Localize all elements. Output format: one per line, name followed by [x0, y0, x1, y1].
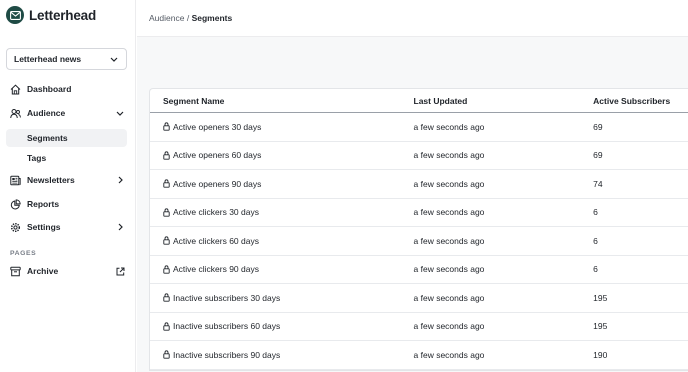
active-subscribers-cell: 190	[593, 349, 608, 360]
lock-icon	[163, 293, 170, 302]
segment-name[interactable]: Active clickers 30 days	[173, 207, 259, 217]
table-row[interactable]: Inactive subscribers 60 days a few secon…	[150, 313, 688, 341]
sidebar-item-reports[interactable]: Reports	[6, 195, 127, 213]
breadcrumb-parent[interactable]: Audience	[149, 13, 184, 23]
segment-name-cell: Inactive subscribers 30 days	[150, 293, 414, 303]
breadcrumb: Audience / Segments	[149, 13, 232, 23]
segment-name-cell: Active openers 90 days	[150, 179, 414, 189]
sidebar: Letterhead Letterhead news Dashboard Aud…	[0, 0, 136, 372]
sidebar-item-label: Newsletters	[27, 175, 75, 185]
active-subscribers-cell: 6	[593, 264, 598, 275]
segment-name-cell: Active clickers 60 days	[150, 236, 414, 246]
active-subscribers-cell: 6	[593, 235, 598, 246]
users-icon	[10, 108, 21, 119]
chevron-down-icon	[109, 54, 119, 64]
lock-icon	[163, 208, 170, 217]
sidebar-item-label: Settings	[27, 222, 61, 232]
sidebar-item-label: Dashboard	[27, 84, 72, 94]
segment-name[interactable]: Active openers 30 days	[173, 122, 261, 132]
table-row[interactable]: Inactive subscribers 90 days a few secon…	[150, 341, 688, 370]
lock-icon	[163, 322, 170, 331]
sidebar-item-settings[interactable]: Settings	[6, 218, 127, 236]
table-row[interactable]: Inactive subscribers 30 days a few secon…	[150, 284, 688, 313]
gear-icon	[10, 222, 21, 233]
segment-name[interactable]: Active openers 90 days	[173, 179, 261, 189]
sidebar-item-label: Audience	[27, 108, 66, 118]
publication-select[interactable]: Letterhead news	[6, 48, 127, 70]
segment-name[interactable]: Inactive subscribers 90 days	[173, 350, 280, 360]
last-updated-cell: a few seconds ago	[413, 207, 485, 218]
table-row[interactable]: Active openers 60 days a few seconds ago…	[150, 142, 688, 170]
app-name: Letterhead	[29, 7, 97, 23]
envelope-logo-icon	[6, 6, 24, 24]
archive-box-icon	[10, 266, 21, 277]
lock-icon	[163, 179, 170, 188]
active-subscribers-cell: 69	[593, 150, 603, 161]
lock-icon	[163, 265, 170, 274]
section-label-pages: PAGES	[10, 250, 37, 257]
sidebar-item-label: Reports	[27, 199, 60, 209]
chart-pie-icon	[10, 198, 21, 210]
active-subscribers-cell: 69	[593, 121, 603, 132]
sidebar-item-dashboard[interactable]: Dashboard	[6, 80, 127, 98]
segment-name[interactable]: Active clickers 60 days	[173, 236, 259, 246]
table-row[interactable]: Active clickers 60 days a few seconds ag…	[150, 227, 688, 256]
active-subscribers-cell: 195	[593, 321, 608, 332]
segment-name[interactable]: Inactive subscribers 60 days	[173, 321, 280, 331]
chevron-right-icon[interactable]	[115, 222, 125, 232]
active-subscribers-cell: 74	[593, 178, 603, 189]
sidebar-item-audience[interactable]: Audience	[6, 104, 127, 122]
segment-name-cell: Inactive subscribers 90 days	[150, 350, 414, 360]
column-header-active-subscribers[interactable]: Active Subscribers	[593, 96, 688, 106]
column-header-segment-name[interactable]: Segment Name	[150, 96, 414, 106]
external-link-icon[interactable]	[115, 266, 125, 276]
segment-name[interactable]: Active clickers 90 days	[173, 264, 259, 274]
breadcrumb-current: Segments	[191, 13, 233, 23]
active-subscribers-cell: 195	[593, 292, 608, 303]
active-subscribers-cell: 6	[593, 207, 598, 218]
segment-name[interactable]: Inactive subscribers 30 days	[173, 293, 280, 303]
lock-icon	[163, 151, 170, 160]
last-updated-cell: a few seconds ago	[413, 321, 485, 332]
table-row[interactable]: Active clickers 90 days a few seconds ag…	[150, 256, 688, 284]
last-updated-cell: a few seconds ago	[413, 121, 485, 132]
segment-name-cell: Active clickers 30 days	[150, 207, 414, 217]
segment-name-cell: Active clickers 90 days	[150, 264, 414, 274]
segment-name-cell: Inactive subscribers 60 days	[150, 321, 414, 331]
last-updated-cell: a few seconds ago	[413, 349, 485, 360]
last-updated-cell: a few seconds ago	[413, 264, 485, 275]
sidebar-subitem-tags[interactable]: Tags	[6, 149, 127, 167]
segment-name-cell: Active openers 60 days	[150, 150, 414, 160]
lock-icon	[163, 350, 170, 359]
table-row[interactable]: Active openers 30 days a few seconds ago…	[150, 113, 688, 142]
segment-name[interactable]: Active openers 60 days	[173, 150, 261, 160]
segments-table: Segment Name Last Updated Active Subscri…	[149, 88, 688, 371]
column-header-last-updated[interactable]: Last Updated	[414, 96, 594, 106]
newspaper-icon	[10, 175, 21, 186]
lock-icon	[163, 122, 170, 131]
home-icon	[10, 84, 21, 95]
app-logo[interactable]: Letterhead	[6, 6, 96, 24]
table-row[interactable]: Active openers 90 days a few seconds ago…	[150, 170, 688, 199]
sidebar-item-archive[interactable]: Archive	[6, 262, 127, 280]
sidebar-item-label: Archive	[27, 266, 59, 276]
last-updated-cell: a few seconds ago	[413, 235, 485, 246]
sidebar-subitem-segments[interactable]: Segments	[6, 129, 127, 147]
table-header: Segment Name Last Updated Active Subscri…	[150, 89, 688, 113]
breadcrumb-separator: /	[186, 13, 190, 23]
last-updated-cell: a few seconds ago	[413, 292, 485, 303]
publication-select-value: Letterhead news	[14, 54, 82, 64]
lock-icon	[163, 236, 170, 245]
main-content: Audience / Segments Segment Name Last Up…	[137, 0, 688, 372]
chevron-down-icon[interactable]	[115, 108, 125, 118]
table-row[interactable]: Active clickers 30 days a few seconds ag…	[150, 199, 688, 227]
segment-name-cell: Active openers 30 days	[150, 122, 414, 132]
last-updated-cell: a few seconds ago	[413, 150, 485, 161]
sidebar-item-newsletters[interactable]: Newsletters	[6, 171, 127, 189]
last-updated-cell: a few seconds ago	[413, 178, 485, 189]
chevron-right-icon[interactable]	[115, 175, 125, 185]
